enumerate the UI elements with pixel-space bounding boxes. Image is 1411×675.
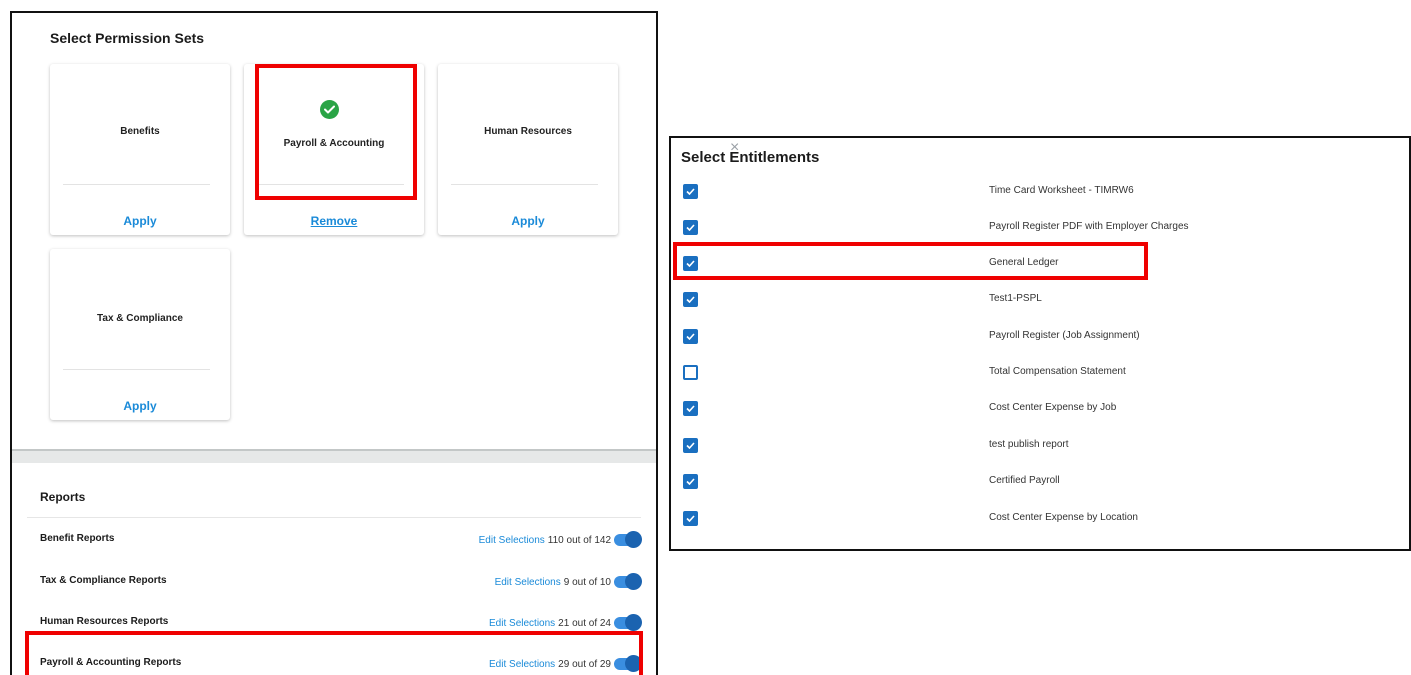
checkmark-icon <box>686 260 695 267</box>
entitlement-checkbox[interactable] <box>683 401 698 416</box>
edit-selections-link[interactable]: Edit Selections <box>489 618 555 629</box>
edit-selections-link[interactable]: Edit Selections <box>479 535 545 546</box>
toggle-knob <box>625 531 642 548</box>
entitlement-label: Cost Center Expense by Location <box>989 512 1138 523</box>
checkmark-icon <box>686 405 695 412</box>
entitlement-checkbox[interactable] <box>683 184 698 199</box>
reports-divider <box>27 517 641 518</box>
card-label: Benefits <box>120 126 160 137</box>
entitlements-title: Select Entitlements <box>681 149 820 166</box>
permission-card-benefits[interactable]: Benefits Apply <box>50 64 230 235</box>
report-name: Human Resources Reports <box>40 616 169 627</box>
permission-card-payroll-accounting[interactable]: Payroll & Accounting Remove <box>244 64 424 235</box>
card-divider <box>63 369 210 370</box>
entitlement-label: Test1-PSPL <box>989 293 1042 304</box>
checkmark-icon <box>686 188 695 195</box>
report-toggle[interactable] <box>614 573 642 590</box>
toggle-knob <box>625 614 642 631</box>
entitlement-label: test publish report <box>989 439 1069 450</box>
entitlement-label: Time Card Worksheet - TIMRW6 <box>989 185 1134 196</box>
report-toggle[interactable] <box>614 614 642 631</box>
entitlement-row[interactable]: Total Compensation Statement <box>671 363 1409 383</box>
checkmark-icon <box>686 224 695 231</box>
permission-card-tax-compliance[interactable]: Tax & Compliance Apply <box>50 249 230 420</box>
report-controls: Edit Selections 9 out of 10 <box>495 572 642 592</box>
edit-selections-link[interactable]: Edit Selections <box>495 577 561 588</box>
card-divider <box>451 184 598 185</box>
checkmark-icon <box>686 296 695 303</box>
report-controls: Edit Selections 29 out of 29 <box>489 654 642 674</box>
checkmark-icon <box>686 478 695 485</box>
entitlement-label: Cost Center Expense by Job <box>989 402 1117 413</box>
entitlement-checkbox[interactable] <box>683 329 698 344</box>
report-row-payroll-accounting: Payroll & Accounting Reports Edit Select… <box>12 654 656 674</box>
report-row-benefit: Benefit Reports Edit Selections 110 out … <box>12 530 656 550</box>
report-name: Benefit Reports <box>40 533 115 544</box>
section-divider <box>12 449 656 463</box>
apply-tax-compliance-button[interactable]: Apply <box>50 399 230 413</box>
card-label: Tax & Compliance <box>97 313 183 324</box>
report-name: Payroll & Accounting Reports <box>40 657 182 668</box>
card-divider <box>257 184 404 185</box>
entitlement-checkbox[interactable] <box>683 474 698 489</box>
toggle-knob <box>625 573 642 590</box>
entitlement-checkbox[interactable] <box>683 292 698 307</box>
permission-card-human-resources[interactable]: Human Resources Apply <box>438 64 618 235</box>
entitlement-row[interactable]: Certified Payroll <box>671 472 1409 492</box>
report-row-tax-compliance: Tax & Compliance Reports Edit Selections… <box>12 572 656 592</box>
report-count: 29 out of 29 <box>558 658 611 670</box>
reports-title: Reports <box>40 490 86 504</box>
report-count: 21 out of 24 <box>558 617 611 629</box>
entitlement-label: Total Compensation Statement <box>989 366 1126 377</box>
entitlement-label: General Ledger <box>989 257 1059 268</box>
entitlement-checkbox[interactable] <box>683 438 698 453</box>
permission-sets-title: Select Permission Sets <box>50 30 205 46</box>
checkmark-icon <box>686 515 695 522</box>
entitlements-panel: Select Entitlements Time Card Worksheet … <box>669 136 1411 551</box>
entitlement-row[interactable]: Cost Center Expense by Job <box>671 399 1409 419</box>
report-count: 110 out of 142 <box>547 534 611 546</box>
checkmark-icon <box>686 333 695 340</box>
entitlement-row[interactable]: test publish report <box>671 436 1409 456</box>
card-label: Payroll & Accounting <box>283 138 385 149</box>
entitlement-row[interactable]: Time Card Worksheet - TIMRW6 <box>671 182 1409 202</box>
apply-human-resources-button[interactable]: Apply <box>438 214 618 228</box>
check-circle-icon <box>320 100 339 119</box>
checkmark-icon <box>686 442 695 449</box>
card-label: Human Resources <box>484 126 572 137</box>
report-controls: Edit Selections 110 out of 142 <box>479 530 642 550</box>
entitlement-checkbox[interactable] <box>683 220 698 235</box>
entitlement-row[interactable]: Test1-PSPL <box>671 290 1409 310</box>
entitlement-checkbox[interactable] <box>683 365 698 380</box>
report-toggle[interactable] <box>614 531 642 548</box>
entitlement-label: Certified Payroll <box>989 475 1060 486</box>
report-name: Tax & Compliance Reports <box>40 575 167 586</box>
toggle-knob <box>625 655 642 672</box>
entitlement-label: Payroll Register PDF with Employer Charg… <box>989 221 1189 232</box>
entitlement-checkbox[interactable] <box>683 256 698 271</box>
apply-benefits-button[interactable]: Apply <box>50 214 230 228</box>
card-divider <box>63 184 210 185</box>
report-row-human-resources: Human Resources Reports Edit Selections … <box>12 613 656 633</box>
entitlement-checkbox[interactable] <box>683 511 698 526</box>
entitlement-row[interactable]: Payroll Register PDF with Employer Charg… <box>671 218 1409 238</box>
entitlement-row[interactable]: Payroll Register (Job Assignment) <box>671 327 1409 347</box>
entitlement-row[interactable]: Cost Center Expense by Location <box>671 509 1409 529</box>
remove-payroll-accounting-button[interactable]: Remove <box>244 214 424 228</box>
entitlement-label: Payroll Register (Job Assignment) <box>989 330 1140 341</box>
close-icon[interactable]: × <box>730 140 739 156</box>
edit-selections-link[interactable]: Edit Selections <box>489 659 555 670</box>
report-count: 9 out of 10 <box>563 576 611 588</box>
report-toggle[interactable] <box>614 655 642 672</box>
report-controls: Edit Selections 21 out of 24 <box>489 613 642 633</box>
permission-sets-panel: Select Permission Sets Benefits Apply Pa… <box>10 11 658 675</box>
entitlement-row[interactable]: General Ledger <box>671 254 1409 274</box>
